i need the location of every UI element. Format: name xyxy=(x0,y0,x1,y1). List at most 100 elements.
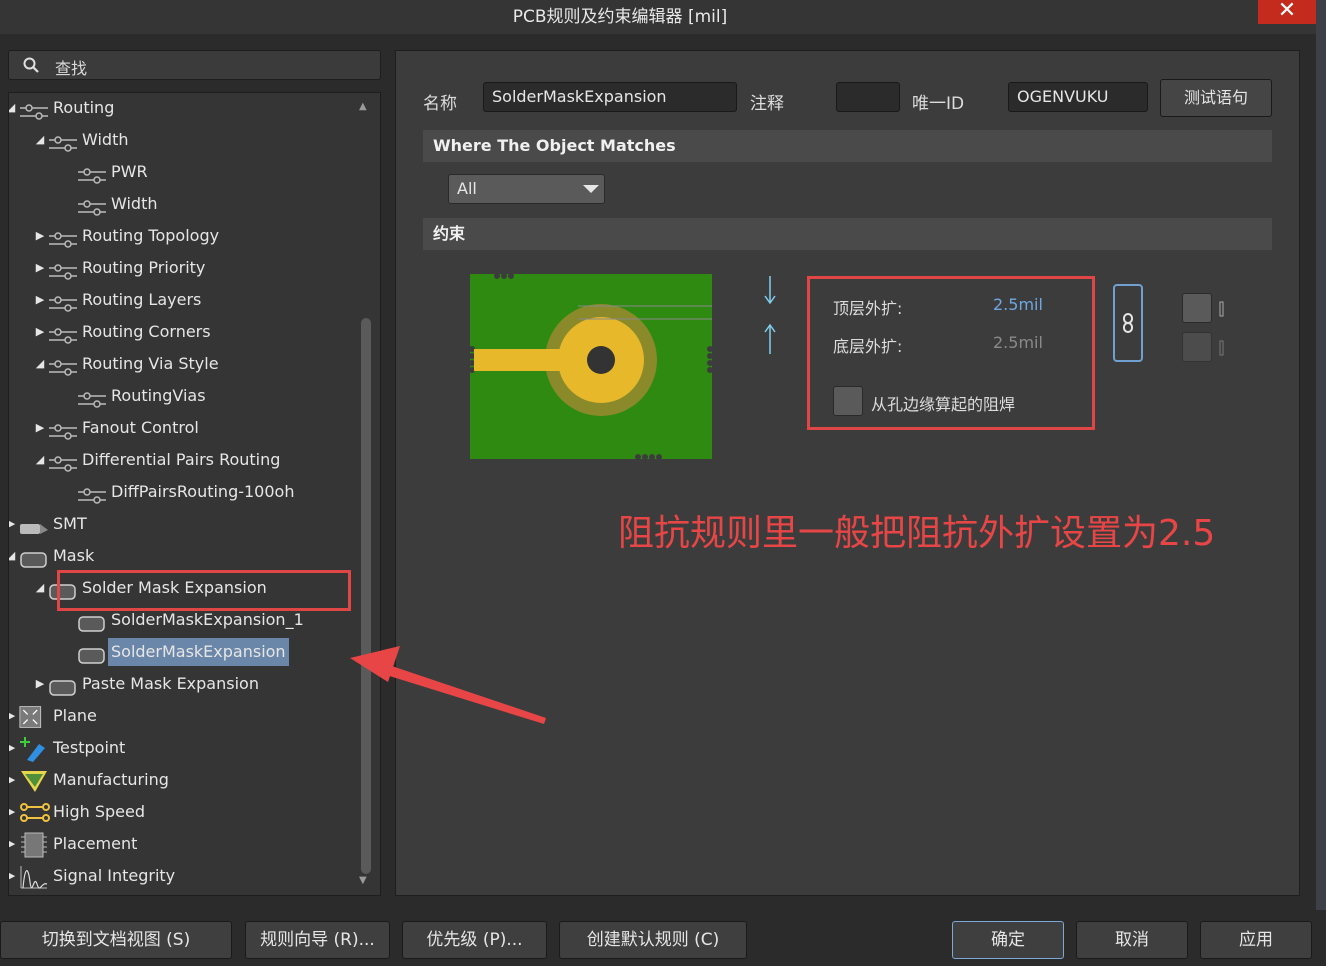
scroll-down-icon[interactable]: ▼ xyxy=(359,875,367,886)
tree-item-label: Width xyxy=(111,194,158,213)
bottom-layer-indicator xyxy=(1219,339,1224,357)
create-default-rules-button[interactable]: 创建默认规则 (C) xyxy=(559,921,747,959)
expand-triangle-icon[interactable]: ▶ xyxy=(9,734,17,762)
rule-icon xyxy=(48,229,78,248)
test-query-button[interactable]: 测试语句 xyxy=(1160,79,1272,117)
tree-item-routing-via-style[interactable]: ◢ Routing Via Style xyxy=(9,350,359,378)
rule-icon xyxy=(77,485,107,504)
tree-item-signal-integrity[interactable]: ▶ Signal Integrity xyxy=(9,862,359,890)
tree-item-label: DiffPairsRouting-100oh xyxy=(111,482,295,501)
tree-item-routing-priority[interactable]: ▶ Routing Priority xyxy=(9,254,359,282)
link-values-button[interactable] xyxy=(1113,284,1143,362)
tree-item-high-speed[interactable]: ▶ High Speed xyxy=(9,798,359,826)
chevron-down-icon xyxy=(583,185,599,193)
expand-triangle-icon[interactable]: ▶ xyxy=(9,766,17,794)
from-hole-edge-label: 从孔边缘算起的阻焊 xyxy=(871,395,1016,414)
top-expansion-value[interactable]: 2.5mil xyxy=(993,295,1043,314)
collapse-triangle-icon[interactable]: ◢ xyxy=(34,350,46,378)
tree-item-pwr[interactable]: PWR xyxy=(9,158,359,186)
tree-item-label: Manufacturing xyxy=(53,770,169,789)
comment-field[interactable] xyxy=(836,82,900,112)
collapse-triangle-icon[interactable]: ◢ xyxy=(9,94,17,122)
tree-item-smt[interactable]: ▶ SMT xyxy=(9,510,359,538)
rule-tree[interactable]: ◢Routing◢WidthPWRWidth▶Routing Topology▶… xyxy=(8,92,381,896)
tree-scrollbar[interactable] xyxy=(361,318,371,874)
tree-item-label: Routing Via Style xyxy=(82,354,219,373)
close-icon[interactable]: ✕ xyxy=(1258,0,1316,24)
tree-item-width[interactable]: ◢ Width xyxy=(9,126,359,154)
tree-item-label: Routing Topology xyxy=(82,226,220,245)
tree-item-testpoint[interactable]: ▶ Testpoint xyxy=(9,734,359,762)
window-edge xyxy=(1316,0,1326,966)
from-hole-edge-checkbox[interactable] xyxy=(833,386,863,416)
expand-triangle-icon[interactable]: ▶ xyxy=(9,862,17,890)
expand-triangle-icon[interactable]: ▶ xyxy=(34,414,46,442)
expand-triangle-icon[interactable]: ▶ xyxy=(34,286,46,314)
top-layer-indicator xyxy=(1219,300,1224,318)
tree-item-diffpairsrouting-100oh[interactable]: DiffPairsRouting-100oh xyxy=(9,478,359,506)
tree-item-label: Routing xyxy=(53,98,115,117)
mask-icon xyxy=(19,549,49,568)
tree-item-label: Mask xyxy=(53,546,95,565)
constraints-header: 约束 xyxy=(423,218,1272,250)
search-label: 查找 xyxy=(55,59,88,78)
tree-item-label: Paste Mask Expansion xyxy=(82,674,259,693)
rule-wizard-button[interactable]: 规则向导 (R)... xyxy=(245,921,390,959)
tree-item-label: Placement xyxy=(53,834,138,853)
apply-button[interactable]: 应用 xyxy=(1200,921,1312,959)
tree-item-label: Routing Corners xyxy=(82,322,211,341)
collapse-triangle-icon[interactable]: ◢ xyxy=(34,126,46,154)
tree-item-routingvias[interactable]: RoutingVias xyxy=(9,382,359,410)
expand-triangle-icon[interactable]: ▶ xyxy=(9,798,17,826)
solder-mask-diagram xyxy=(470,274,712,459)
rule-icon xyxy=(48,293,78,312)
tree-item-label: Routing Layers xyxy=(82,290,202,309)
tree-item-mask[interactable]: ◢ Mask xyxy=(9,542,359,570)
collapse-triangle-icon[interactable]: ◢ xyxy=(9,542,17,570)
name-field[interactable]: SolderMaskExpansion xyxy=(483,82,737,112)
cancel-button[interactable]: 取消 xyxy=(1076,921,1188,959)
collapse-triangle-icon[interactable]: ◢ xyxy=(34,446,46,474)
top-layer-checkbox[interactable] xyxy=(1182,293,1212,323)
annotation-arrow xyxy=(350,646,546,724)
expand-triangle-icon[interactable]: ▶ xyxy=(34,254,46,282)
expand-triangle-icon[interactable]: ▶ xyxy=(9,702,17,730)
tree-item-diff-pairs-routing[interactable]: ◢ Differential Pairs Routing xyxy=(9,446,359,474)
tree-item-routing-topology[interactable]: ▶ Routing Topology xyxy=(9,222,359,250)
tree-item-manufacturing[interactable]: ▶ Manufacturing xyxy=(9,766,359,794)
tree-item-routing-layers[interactable]: ▶ Routing Layers xyxy=(9,286,359,314)
tree-item-routing-corners[interactable]: ▶ Routing Corners xyxy=(9,318,359,346)
uid-field[interactable]: OGENVUKU xyxy=(1008,82,1148,112)
bottom-layer-checkbox[interactable] xyxy=(1182,332,1212,362)
expand-triangle-icon[interactable]: ▶ xyxy=(34,222,46,250)
tree-item-fanout-control[interactable]: ▶ Fanout Control xyxy=(9,414,359,442)
tree-item-label: SMT xyxy=(53,514,87,533)
tree-item-placement[interactable]: ▶ Placement xyxy=(9,830,359,858)
expand-triangle-icon[interactable]: ▶ xyxy=(34,670,46,698)
where-matches-header: Where The Object Matches xyxy=(423,130,1272,162)
collapse-triangle-icon[interactable]: ◢ xyxy=(34,574,46,602)
tree-item-plane[interactable]: ▶ Plane xyxy=(9,702,359,730)
expand-triangle-icon[interactable]: ▶ xyxy=(34,318,46,346)
search-box[interactable]: 查找 xyxy=(8,50,381,80)
tree-item-label: Differential Pairs Routing xyxy=(82,450,281,469)
tree-item-width-rule[interactable]: Width xyxy=(9,190,359,218)
priority-button[interactable]: 优先级 (P)... xyxy=(402,921,547,959)
rule-icon xyxy=(77,389,107,408)
tree-item-label: Testpoint xyxy=(53,738,126,757)
tree-item-label: Width xyxy=(82,130,129,149)
chain-link-icon xyxy=(1123,313,1133,333)
plane-icon xyxy=(19,704,49,728)
expand-triangle-icon[interactable]: ▶ xyxy=(9,830,17,858)
ok-button[interactable]: 确定 xyxy=(952,921,1064,959)
bottom-expansion-value[interactable]: 2.5mil xyxy=(993,333,1043,352)
search-icon xyxy=(23,57,39,73)
tree-item-routing[interactable]: ◢ Routing xyxy=(9,94,359,122)
scroll-up-icon[interactable]: ▲ xyxy=(359,101,367,112)
tree-item-paste-mask-expansion[interactable]: ▶ Paste Mask Expansion xyxy=(9,670,359,698)
expand-triangle-icon[interactable]: ▶ xyxy=(9,510,17,538)
doc-view-button[interactable]: 切换到文档视图 (S) xyxy=(0,921,232,959)
name-label: 名称 xyxy=(423,94,457,114)
tree-item-soldermaskexpansion[interactable]: SolderMaskExpansion xyxy=(9,638,359,666)
scope-select[interactable]: All xyxy=(448,174,605,204)
